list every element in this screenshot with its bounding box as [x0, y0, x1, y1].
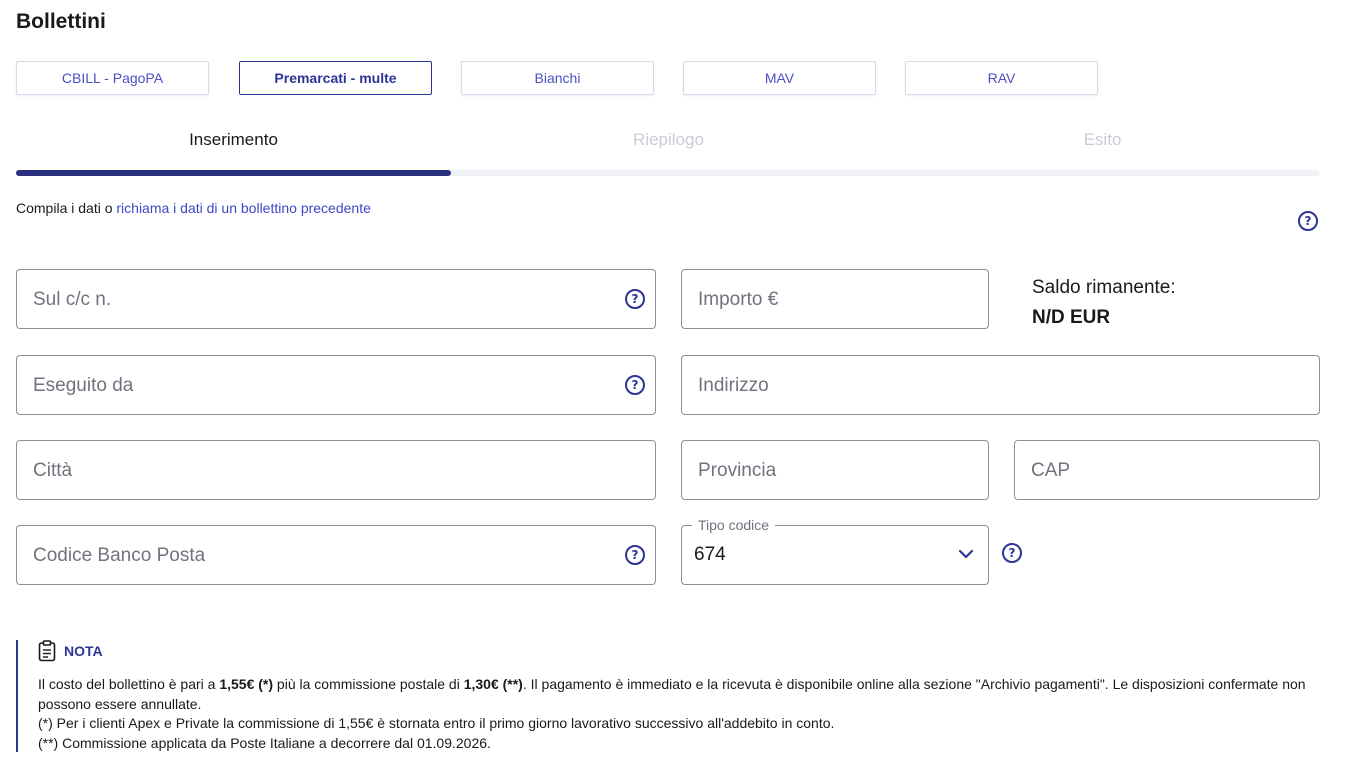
eseguito-da-help-icon[interactable]: ?	[625, 375, 645, 395]
step-progress-bar	[16, 170, 451, 176]
tipo-codice-label: Tipo codice	[692, 517, 776, 533]
page-title: Bollettini	[16, 10, 106, 33]
note-line-1: Il costo del bollettino è pari a 1,55€ (…	[38, 675, 1308, 714]
tab-cbill-pagopa[interactable]: CBILL - PagoPA	[16, 61, 209, 95]
codice-help-icon[interactable]: ?	[625, 545, 645, 565]
step-inserimento: Inserimento	[189, 130, 278, 149]
conto-field[interactable]: Sul c/c n. ?	[16, 269, 656, 329]
saldo-value: N/D EUR	[1032, 307, 1111, 328]
conto-placeholder: Sul c/c n.	[33, 289, 112, 310]
note-cost-commissione: 1,30€ (**)	[463, 676, 523, 692]
note-line-2: (*) Per i clienti Apex e Private la comm…	[38, 715, 835, 731]
note-cost-bollettino: 1,55€ (*)	[219, 676, 274, 692]
clipboard-icon	[38, 640, 56, 662]
tab-premarcati-multe[interactable]: Premarcati - multe	[239, 61, 432, 95]
step-esito: Esito	[1083, 130, 1122, 149]
codice-banco-posta-placeholder: Codice Banco Posta	[33, 545, 206, 566]
codice-banco-posta-field[interactable]: Codice Banco Posta ?	[16, 525, 656, 585]
eseguito-da-field[interactable]: Eseguito da ?	[16, 355, 656, 415]
note-text-part: Il costo del bollettino è pari a	[38, 676, 220, 692]
note-box: NOTA Il costo del bollettino è pari a 1,…	[16, 640, 1316, 752]
note-text: Il costo del bollettino è pari a 1,55€ (…	[38, 675, 1308, 753]
indirizzo-placeholder: Indirizzo	[698, 375, 769, 396]
saldo-label: Saldo rimanente:	[1032, 277, 1176, 298]
help-icon[interactable]: ?	[1298, 211, 1318, 231]
intro-text: Compila i dati o richiama i dati di un b…	[16, 200, 371, 216]
step-riepilogo: Riepilogo	[633, 130, 704, 149]
tipo-codice-help-icon[interactable]: ?	[1002, 543, 1022, 563]
tab-rav[interactable]: RAV	[905, 61, 1098, 95]
tipo-codice-value: 674	[694, 544, 726, 565]
importo-field[interactable]: Importo €	[681, 269, 989, 329]
stepper: Inserimento Riepilogo Esito	[16, 130, 1320, 176]
intro-prefix: Compila i dati o	[16, 200, 117, 216]
conto-help-icon[interactable]: ?	[625, 289, 645, 309]
importo-placeholder: Importo €	[698, 289, 779, 310]
chevron-down-icon[interactable]	[958, 546, 974, 562]
note-header: NOTA	[38, 640, 103, 662]
indirizzo-field[interactable]: Indirizzo	[681, 355, 1320, 415]
citta-placeholder: Città	[33, 460, 73, 481]
cap-placeholder: CAP	[1031, 460, 1071, 481]
tipo-codice-select[interactable]: Tipo codice 674	[681, 517, 989, 585]
cap-field[interactable]: CAP	[1014, 440, 1320, 500]
provincia-placeholder: Provincia	[698, 460, 777, 481]
provincia-field[interactable]: Provincia	[681, 440, 989, 500]
note-line-3: (**) Commissione applicata da Poste Ital…	[38, 734, 491, 751]
note-text-part: più la commissione postale di	[273, 676, 464, 692]
citta-field[interactable]: Città	[16, 440, 656, 500]
recall-previous-link[interactable]: richiama i dati di un bollettino precede…	[116, 200, 371, 216]
tab-bianchi[interactable]: Bianchi	[461, 61, 654, 95]
tab-mav[interactable]: MAV	[683, 61, 876, 95]
note-title: NOTA	[64, 643, 103, 659]
eseguito-da-placeholder: Eseguito da	[33, 375, 134, 396]
